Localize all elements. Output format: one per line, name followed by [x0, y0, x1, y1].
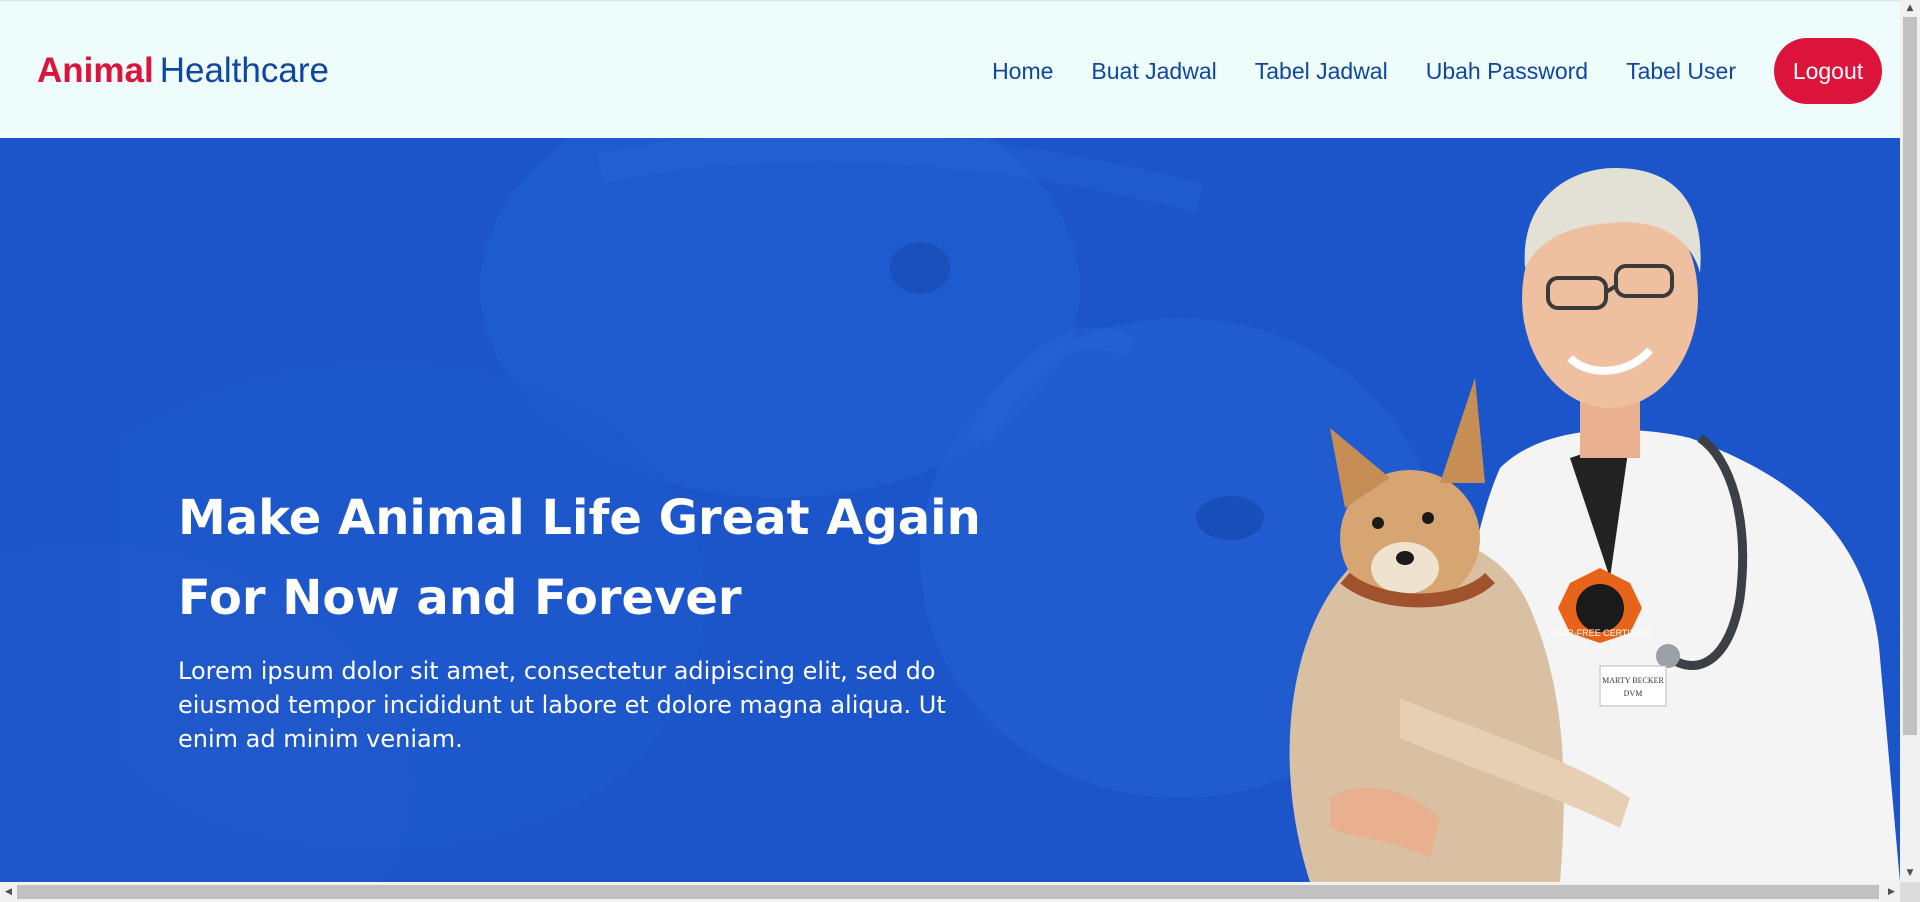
triangle-left-icon[interactable]: ◀	[0, 882, 17, 902]
hero-description: Lorem ipsum dolor sit amet, consectetur …	[178, 657, 946, 753]
logout-button[interactable]: Logout	[1774, 38, 1882, 104]
triangle-right-icon[interactable]: ▶	[1883, 882, 1900, 902]
name-tag: MARTY BECKER DVM	[1599, 665, 1667, 707]
nav-ubah-password[interactable]: Ubah Password	[1426, 38, 1588, 104]
vertical-scroll-thumb[interactable]	[1903, 17, 1917, 735]
badge-text: FEAR-FREE CERTIFIED	[1550, 628, 1651, 638]
site-header: Animal Healthcare Home Buat Jadwal Tabel …	[0, 0, 1900, 138]
scrollbar-corner	[1900, 882, 1920, 902]
horizontal-scroll-thumb[interactable]	[17, 885, 1879, 899]
page-viewport: Animal Healthcare Home Buat Jadwal Tabel …	[0, 0, 1900, 882]
brand-logo[interactable]: Animal Healthcare	[37, 51, 329, 91]
brand-name-part1: Animal	[37, 51, 154, 90]
hero-banner: Make Animal Life Great Again For Now and…	[0, 138, 1900, 882]
nav-tabel-jadwal[interactable]: Tabel Jadwal	[1255, 38, 1388, 104]
brand-name-part2: Healthcare	[159, 51, 329, 90]
nav-tabel-user[interactable]: Tabel User	[1626, 38, 1736, 104]
vertical-scrollbar[interactable]: ▲ ▼	[1900, 0, 1920, 882]
hero-title: Make Animal Life Great Again For Now and…	[178, 478, 998, 638]
main-nav: Home Buat Jadwal Tabel Jadwal Ubah Passw…	[954, 38, 1882, 104]
name-tag-title: DVM	[1624, 689, 1643, 698]
nav-buat-jadwal[interactable]: Buat Jadwal	[1091, 38, 1216, 104]
horizontal-scrollbar[interactable]: ◀ ▶	[0, 882, 1900, 902]
triangle-down-icon[interactable]: ▼	[1900, 865, 1920, 882]
hero-title-line1: Make Animal Life Great Again	[178, 490, 981, 546]
nav-home[interactable]: Home	[992, 38, 1053, 104]
hero-title-line2: For Now and Forever	[178, 570, 742, 626]
triangle-up-icon[interactable]: ▲	[1900, 0, 1920, 17]
name-tag-name: MARTY BECKER	[1602, 676, 1664, 685]
vet-with-dog-photo: FEAR-FREE CERTIFIED MARTY BECKER DVM	[1289, 168, 1900, 882]
hero-text-block: Make Animal Life Great Again For Now and…	[178, 478, 998, 756]
